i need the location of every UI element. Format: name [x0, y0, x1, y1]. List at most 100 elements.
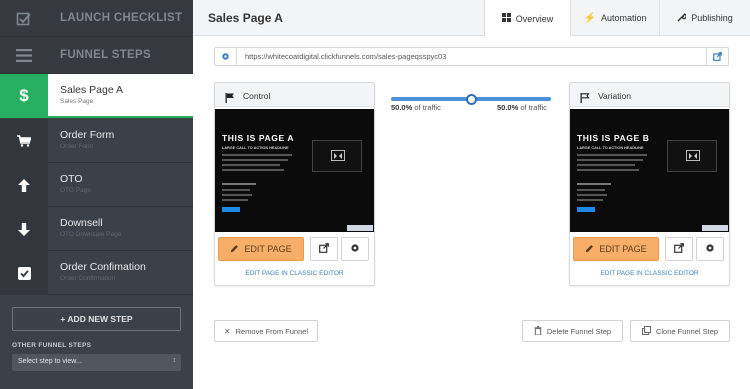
preview-text-line — [577, 164, 635, 166]
sidebar-step-oto[interactable]: OTO OTO Page — [0, 163, 193, 207]
cart-icon — [0, 119, 48, 163]
step-type: OTO Page — [60, 187, 91, 194]
page-settings-button[interactable] — [341, 237, 369, 261]
control-traffic: 50.0% of traffic — [391, 103, 441, 112]
delete-funnel-step-button[interactable]: Delete Funnel Step — [522, 320, 623, 342]
remove-from-funnel-button[interactable]: ✕ Remove From Funnel — [214, 320, 318, 342]
tab-label: Publishing — [691, 13, 733, 23]
control-title: Control — [243, 91, 271, 101]
trash-icon — [534, 325, 542, 337]
open-external-icon[interactable] — [706, 48, 728, 65]
preview-subheading: LARGE CALL TO ACTION HEADLINE — [222, 146, 289, 150]
control-page-preview[interactable]: THIS IS PAGE A LARGE CALL TO ACTION HEAD… — [215, 109, 374, 232]
tab-automation[interactable]: ⚡ Automation — [570, 0, 659, 36]
control-traffic-value: 50.0% — [391, 103, 413, 112]
preview-heading: THIS IS PAGE A — [222, 133, 295, 143]
preview-text-line — [222, 183, 256, 185]
launch-checklist-item[interactable]: LAUNCH CHECKLIST — [0, 0, 193, 37]
page-settings-button[interactable] — [696, 237, 724, 261]
add-new-step-button[interactable]: + ADD NEW STEP — [12, 307, 181, 331]
variation-traffic-value: 50.0% — [497, 103, 519, 112]
bolt-icon: ⚡ — [583, 12, 596, 24]
preview-video — [312, 140, 362, 172]
clone-funnel-step-button[interactable]: Clone Funnel Step — [630, 320, 730, 342]
preview-text-line — [222, 164, 280, 166]
step-type: Sales Page — [60, 98, 94, 105]
dollar-icon: $ — [0, 74, 48, 118]
preview-cta — [577, 207, 595, 212]
step-name: Downsell — [60, 217, 103, 229]
preview-text-line — [222, 169, 284, 171]
preview-text-line — [577, 183, 611, 185]
tab-overview[interactable]: Overview — [484, 0, 570, 37]
edit-page-label: EDIT PAGE — [244, 244, 292, 254]
preview-text-line — [577, 159, 643, 161]
slider-handle[interactable] — [466, 94, 477, 105]
launch-checklist-label: LAUNCH CHECKLIST — [60, 12, 183, 24]
page-url[interactable]: https://whitecoatdigital.clickfunnels.co… — [245, 52, 446, 61]
step-type: Order Confirmation — [60, 275, 116, 282]
variation-title: Variation — [598, 91, 631, 101]
select-caret-icon: ↕ — [172, 357, 177, 364]
clone-icon — [641, 325, 651, 337]
variation-header: Variation — [570, 83, 729, 107]
control-header: Control — [215, 83, 374, 107]
clone-label: Clone Funnel Step — [655, 326, 719, 336]
sidebar: LAUNCH CHECKLIST FUNNEL STEPS $ Sales Pa… — [0, 0, 193, 389]
sidebar-step-sales-page-a[interactable]: $ Sales Page A Sales Page — [0, 74, 193, 118]
step-type: Order Form — [60, 143, 94, 150]
preview-text-line — [577, 154, 647, 156]
other-steps-select[interactable]: Select step to view... ↕ — [12, 354, 181, 371]
preview-subheading: LARGE CALL TO ACTION HEADLINE — [577, 146, 644, 150]
tab-label: Overview — [515, 13, 554, 24]
gear-icon — [350, 240, 360, 258]
top-bar: Sales Page A Overview ⚡ Automation Publi… — [193, 0, 750, 37]
sidebar-step-order-confirmation[interactable]: Order Confimation Order Confirmation — [0, 251, 193, 295]
step-name: Order Form — [60, 129, 115, 141]
edit-classic-editor-link[interactable]: EDIT PAGE IN CLASSIC EDITOR — [215, 270, 374, 277]
variation-page-preview[interactable]: THIS IS PAGE B LARGE CALL TO ACTION HEAD… — [570, 109, 729, 232]
edit-classic-editor-link[interactable]: EDIT PAGE IN CLASSIC EDITOR — [570, 270, 729, 277]
edit-page-button[interactable]: EDIT PAGE — [573, 237, 659, 261]
traffic-suffix: of traffic — [414, 103, 441, 112]
preview-text-line — [222, 189, 250, 191]
delete-label: Delete Funnel Step — [546, 326, 612, 336]
checklist-icon — [0, 0, 48, 37]
flag-icon — [225, 90, 235, 108]
preview-video — [667, 140, 717, 172]
external-link-icon — [319, 240, 329, 258]
grid-icon — [501, 13, 511, 24]
flag-outline-icon — [580, 90, 590, 108]
funnel-steps-label: FUNNEL STEPS — [60, 49, 151, 61]
preview-text-line — [577, 199, 603, 201]
preview-text-line — [222, 154, 292, 156]
tab-publishing[interactable]: Publishing — [659, 0, 750, 36]
control-card: Control THIS IS PAGE A LARGE CALL TO ACT… — [214, 82, 375, 286]
preview-text-line — [577, 189, 605, 191]
close-icon: ✕ — [223, 326, 231, 336]
arrow-up-icon — [0, 163, 48, 207]
gear-icon — [705, 240, 715, 258]
checkbox-icon — [0, 251, 48, 295]
url-settings-icon[interactable] — [215, 48, 237, 65]
step-name: OTO — [60, 173, 83, 185]
sidebar-step-order-form[interactable]: Order Form Order Form — [0, 119, 193, 163]
tab-label: Automation — [600, 13, 647, 23]
preview-text-line — [222, 159, 288, 161]
traffic-suffix: of traffic — [520, 103, 547, 112]
sidebar-step-downsell[interactable]: Downsell OTO Downsale Page — [0, 207, 193, 251]
funnel-steps-header: FUNNEL STEPS — [0, 37, 193, 74]
step-name: Order Confimation — [60, 261, 146, 273]
select-value: Select step to view... — [18, 358, 82, 365]
open-page-button[interactable] — [310, 237, 338, 261]
variation-actions: EDIT PAGE — [570, 235, 729, 263]
preview-badge — [347, 225, 373, 231]
preview-text-line — [577, 194, 607, 196]
edit-page-button[interactable]: EDIT PAGE — [218, 237, 304, 261]
open-page-button[interactable] — [665, 237, 693, 261]
step-name: Sales Page A — [60, 84, 124, 96]
page-url-bar: https://whitecoatdigital.clickfunnels.co… — [214, 47, 729, 66]
arrow-down-icon — [0, 207, 48, 251]
preview-heading: THIS IS PAGE B — [577, 133, 650, 143]
step-type: OTO Downsale Page — [60, 231, 122, 238]
